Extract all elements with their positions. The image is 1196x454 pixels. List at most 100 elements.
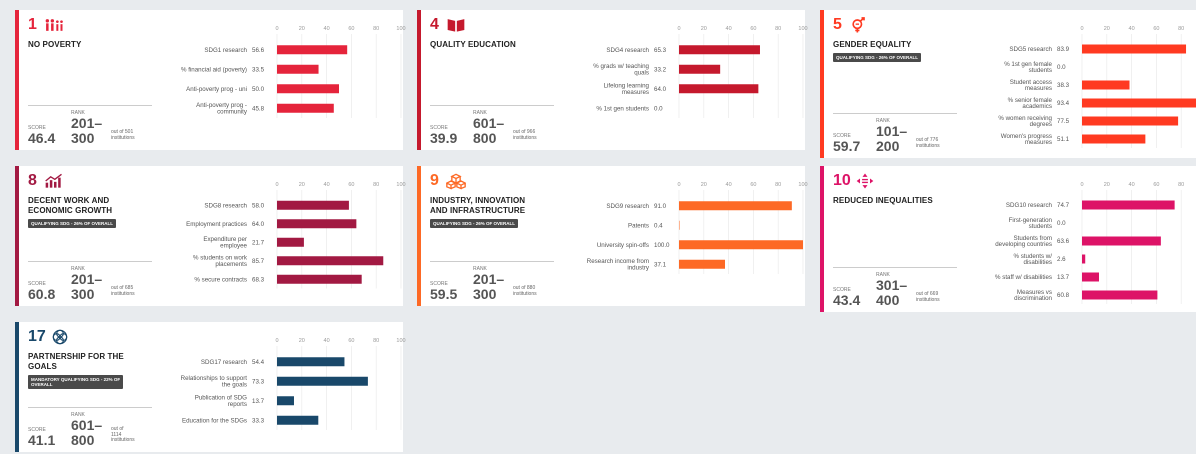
category-label: SDG4 research xyxy=(606,47,649,54)
tick-label: 60 xyxy=(348,26,354,32)
category-label: University spin-offs xyxy=(597,242,649,249)
divider xyxy=(430,105,554,106)
score-value: 39.9 xyxy=(430,130,458,146)
bar xyxy=(277,415,319,425)
tick-label: 0 xyxy=(275,182,278,188)
value-label: 2.6 xyxy=(1057,256,1066,263)
institutions-count: out of 880 institutions xyxy=(513,285,537,297)
bar xyxy=(277,376,368,386)
bar xyxy=(277,256,384,266)
bar xyxy=(277,84,339,94)
sdg-card-sdg1: 1 NO POVERTY RANK SCORE 46.4 201– 300 out of 50… xyxy=(15,10,406,150)
score-value: 46.4 xyxy=(28,130,56,146)
category-label: % students on work placements xyxy=(193,255,248,268)
tick-label: 0 xyxy=(677,182,680,188)
sdg-title: INDUSTRY, INNOVATION AND INFRASTRUCTURE xyxy=(430,196,526,215)
bar-chart-svg: 020406080100SDG5 research83.9% 1st gen f… xyxy=(998,26,1196,148)
score-value: 41.1 xyxy=(28,432,56,448)
tick-label: 20 xyxy=(1104,182,1110,188)
sdg-card-sdg5: 5 GENDER EQUALITY QUALIFYING SDG - 26% OF … xyxy=(820,10,1196,158)
tick-label: 80 xyxy=(1178,26,1184,32)
bar xyxy=(1082,254,1086,264)
bar-chart-svg: 0 20 40 60 80 100 SDG9 research 91.0 Patents 0.4 U… xyxy=(587,182,808,274)
category-label: % students w/disabilities xyxy=(1013,253,1052,266)
value-label: 54.4 xyxy=(252,359,265,366)
sdg-card-sdg8: 8 DECENT WORK AND ECONOMIC GROWTH QUALIFYIN… xyxy=(15,166,406,306)
tick-label: 40 xyxy=(324,182,330,188)
tick-label: 0 xyxy=(275,26,278,32)
category-label: Expenditure per employee xyxy=(203,236,247,249)
value-label: 65.3 xyxy=(654,47,667,54)
value-label: 77.5 xyxy=(1057,118,1070,125)
bar xyxy=(277,357,345,367)
tick-label: 20 xyxy=(1104,26,1110,32)
bar xyxy=(679,259,726,269)
value-label: 51.1 xyxy=(1057,136,1070,143)
rank-value: 201– 300 xyxy=(71,271,103,302)
bar xyxy=(1082,44,1187,54)
tick-label: 20 xyxy=(299,182,305,188)
bar-chart-svg: 0 20 40 60 80 100 SDG4 research 65.3 % grads w/ … xyxy=(593,26,808,118)
divider xyxy=(430,261,554,262)
institutions-count: out of 776 institutions xyxy=(916,137,940,149)
sdg-card-sdg9: 9 INDUSTRY, INNOVATION AND INFRASTRUCTURE Q… xyxy=(417,166,808,306)
tick-label: 60 xyxy=(348,182,354,188)
divider xyxy=(28,105,152,106)
tick-label: 20 xyxy=(299,26,305,32)
value-label: 0.4 xyxy=(654,222,663,229)
tick-label: 0 xyxy=(275,338,278,344)
value-label: 13.7 xyxy=(1057,274,1070,281)
bar xyxy=(1082,236,1161,246)
category-label: First-generation students xyxy=(1009,217,1053,230)
rank-value: 101– 200 xyxy=(876,123,908,154)
qualifying-badge: MANDATORY QUALIFYING SDG - 22% OF OVERALL xyxy=(28,375,124,389)
category-label: % senior female academics xyxy=(1008,97,1053,110)
category-label: SDG8 research xyxy=(204,202,247,209)
category-label: Anti-poverty prog - uni xyxy=(186,86,247,93)
tick-label: 100 xyxy=(798,182,807,188)
sdg-title: GENDER EQUALITY xyxy=(833,40,912,49)
category-label: % 1st gen female students xyxy=(1004,61,1052,74)
category-label: Measures vs discrimination xyxy=(1014,289,1052,302)
qualifying-badge: QUALIFYING SDG - 26% OF OVERALL xyxy=(28,219,117,228)
tick-label: 40 xyxy=(726,182,732,188)
category-label: Lifelong learning measures xyxy=(604,83,650,96)
category-label: Publication of SDG reports xyxy=(195,395,247,408)
bar xyxy=(679,45,760,55)
category-label: SDG10 research xyxy=(1006,202,1053,209)
value-label: 45.8 xyxy=(252,105,265,112)
bar-chart: 0 20 40 60 80 100 SDG9 research 91.0 Patents 0.4 U… xyxy=(560,174,808,300)
value-label: 33.5 xyxy=(252,66,265,73)
sdg-number: 4 xyxy=(430,16,439,33)
value-label: 74.7 xyxy=(1057,202,1070,209)
bar xyxy=(277,219,357,229)
divider xyxy=(833,113,957,114)
people-icon xyxy=(44,16,64,34)
value-label: 37.1 xyxy=(654,261,667,268)
bar xyxy=(1082,98,1196,108)
bar xyxy=(277,45,348,55)
rank-value: 601– 800 xyxy=(473,115,505,146)
bar-chart: 020406080100SDG5 research83.9% 1st gen f… xyxy=(963,18,1196,152)
category-label: % grads w/ teaching quals xyxy=(593,63,649,76)
category-label: SDG9 research xyxy=(606,203,649,210)
category-label: Women's progress measures xyxy=(1001,133,1052,146)
tick-label: 100 xyxy=(396,26,405,32)
category-label: % women receiving degrees xyxy=(998,115,1052,128)
tick-label: 20 xyxy=(701,182,707,188)
sdg-title: PARTNERSHIP FOR THE GOALS xyxy=(28,352,124,371)
rank-value: 201– 300 xyxy=(473,271,505,302)
value-label: 38.3 xyxy=(1057,82,1070,89)
qualifying-badge: QUALIFYING SDG - 26% OF OVERALL xyxy=(430,219,519,228)
value-label: 21.7 xyxy=(252,239,265,246)
bar-chart-svg: 0 20 40 60 80 100 SDG17 research 54.4 Relationsh… xyxy=(181,338,406,430)
tick-label: 20 xyxy=(299,338,305,344)
value-label: 0.0 xyxy=(1057,220,1066,227)
bar xyxy=(679,240,803,250)
book-icon xyxy=(446,16,466,34)
bar xyxy=(1082,116,1179,126)
bar xyxy=(679,84,759,94)
category-label: Students from developing countries xyxy=(995,235,1052,248)
value-label: 56.6 xyxy=(252,47,265,54)
tick-label: 40 xyxy=(324,338,330,344)
